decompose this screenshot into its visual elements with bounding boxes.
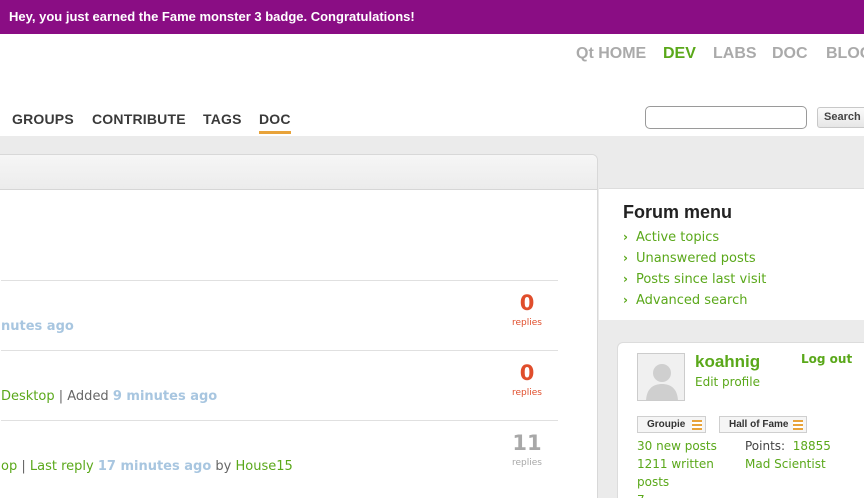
topic-list-header [0, 155, 597, 190]
badge-notification: Hey, you just earned the Fame monster 3 … [0, 0, 864, 34]
topic-row[interactable]: nutes ago 0 replies [1, 280, 558, 350]
topic-category-link[interactable]: Desktop [1, 389, 55, 404]
chevron-right-icon: › [623, 251, 628, 265]
badge-label: Hall of Fame [729, 419, 789, 430]
forum-link-label: Posts since last visit [635, 272, 767, 287]
search-input[interactable] [645, 106, 807, 129]
chevron-right-icon: › [623, 293, 628, 307]
topic-meta: Desktop | Added 9 minutes ago [1, 389, 217, 404]
topic-meta-text: by [211, 459, 236, 474]
topic-row[interactable]: op | Last reply 17 minutes ago by House1… [1, 420, 558, 490]
username[interactable]: koahnig [695, 352, 760, 372]
forum-link-posts-since-last-visit[interactable]: › Posts since last visit [623, 272, 766, 287]
forum-menu-title: Forum menu [623, 202, 733, 222]
edit-profile-link[interactable]: Edit profile [695, 375, 760, 389]
topic-meta: nutes ago [1, 319, 74, 334]
reply-count: 0 [519, 361, 535, 385]
logout-link[interactable]: Log out [801, 352, 852, 366]
chevron-right-icon: › [623, 272, 628, 286]
site-link-dev[interactable]: DEV [663, 45, 696, 63]
topic-meta: op | Last reply 17 minutes ago by House1… [1, 459, 293, 474]
nav-groups[interactable]: GROUPS [12, 111, 74, 127]
badge-stripes-icon [692, 420, 702, 430]
points-value: 18855 [792, 439, 831, 453]
written-posts-link-cont[interactable]: posts [637, 475, 669, 489]
last-reply-link[interactable]: Last reply [30, 459, 94, 474]
forum-menu: Forum menu › Active topics › Unanswered po… [599, 188, 864, 320]
written-posts-link[interactable]: 1211 written [637, 457, 714, 471]
user-card: koahnig Edit profile Log out Groupie Hal… [617, 342, 864, 498]
nav-contribute[interactable]: CONTRIBUTE [92, 111, 186, 127]
reply-label: replies [512, 458, 542, 468]
forum-link-label: Unanswered posts [635, 251, 756, 266]
site-link-qt-home[interactable]: Qt HOME [576, 45, 646, 63]
forum-link-label: Active topics [635, 230, 720, 245]
search-button[interactable]: Search [817, 107, 864, 128]
nav-doc[interactable]: DOC [259, 111, 291, 134]
points-stat: Points: 18855 [745, 439, 831, 453]
topic-meta-text: | Added [54, 389, 113, 404]
badge-groupie[interactable]: Groupie [637, 416, 706, 433]
avatar[interactable] [637, 353, 685, 401]
forum-link-active-topics[interactable]: › Active topics [623, 230, 719, 245]
reply-label: replies [512, 318, 542, 328]
forum-link-label: Advanced search [635, 293, 748, 308]
reply-count: 11 [512, 431, 542, 455]
reply-count: 0 [519, 291, 535, 315]
topic-list-panel: nutes ago 0 replies Desktop | Added 9 mi… [0, 154, 598, 498]
badge-hall-of-fame[interactable]: Hall of Fame [719, 416, 807, 433]
topic-time: 9 minutes ago [112, 389, 218, 404]
rank-link[interactable]: Mad Scientist [745, 457, 826, 471]
topic-time: 17 minutes ago [97, 459, 212, 474]
forum-link-advanced-search[interactable]: › Advanced search [623, 293, 747, 308]
topic-category-link[interactable]: op [1, 459, 17, 474]
badge-label: Groupie [647, 419, 686, 430]
topic-meta-text: | [17, 459, 30, 474]
site-link-labs[interactable]: LABS [713, 45, 757, 63]
topic-time: nutes ago [1, 319, 74, 334]
reply-label: replies [512, 388, 542, 398]
badge-stripes-icon [793, 420, 803, 430]
nav-tags[interactable]: TAGS [203, 111, 242, 127]
extra-stat: 7 [637, 493, 645, 498]
user-silhouette-icon [638, 354, 684, 400]
site-link-doc[interactable]: DOC [772, 45, 808, 63]
new-posts-link[interactable]: 30 new posts [637, 439, 717, 453]
site-link-blog[interactable]: BLOG [826, 45, 864, 63]
author-link[interactable]: House15 [236, 459, 293, 474]
forum-link-unanswered-posts[interactable]: › Unanswered posts [623, 251, 756, 266]
topic-row[interactable]: Desktop | Added 9 minutes ago 0 replies [1, 350, 558, 420]
points-label: Points: [745, 439, 786, 453]
chevron-right-icon: › [623, 230, 628, 244]
